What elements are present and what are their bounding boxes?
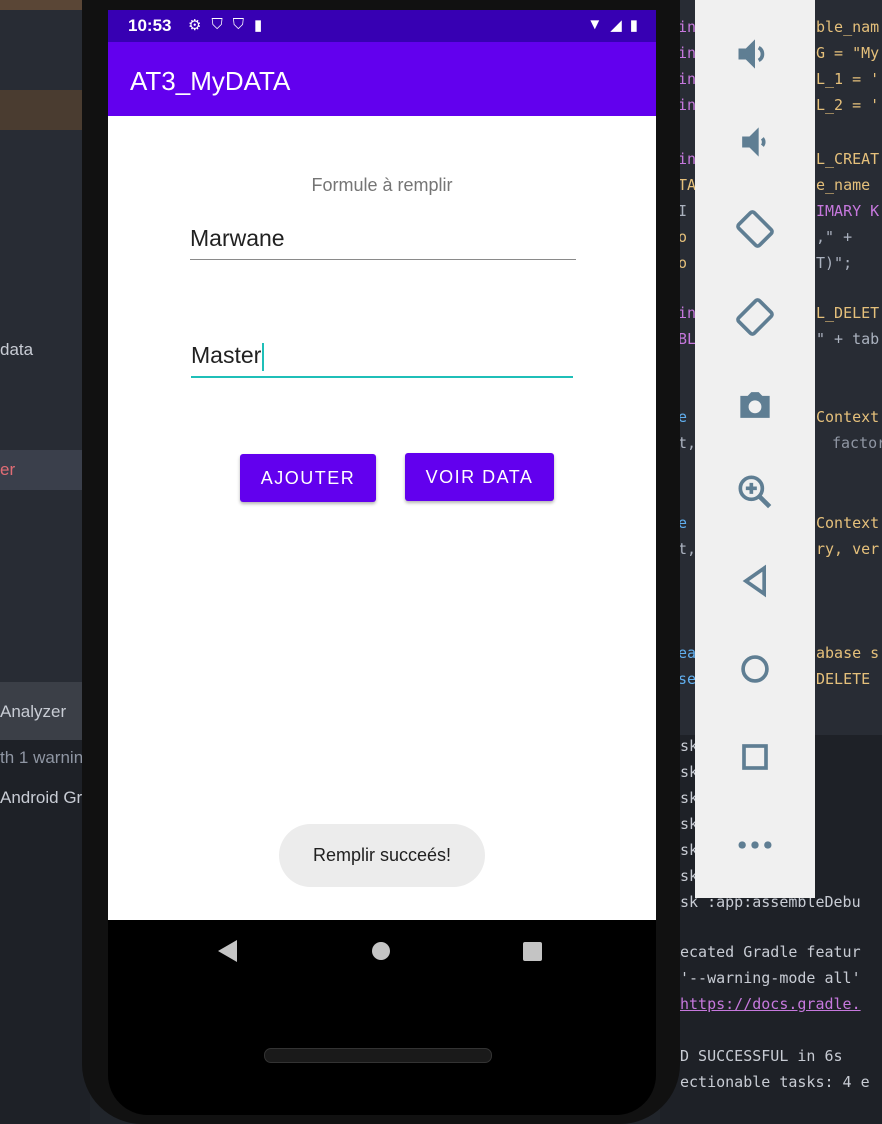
ide-left-panel: data er Analyzer th 1 warnin Android Gr bbox=[0, 0, 90, 1124]
ide-console-line: D SUCCESSFUL in 6s bbox=[680, 1047, 843, 1065]
ide-code-line: L_2 = ' bbox=[816, 96, 880, 114]
nav-recents-icon[interactable] bbox=[523, 942, 542, 961]
signal-icon: ◢ bbox=[610, 17, 622, 34]
ide-code-line: e_name bbox=[816, 176, 871, 194]
more-icon[interactable] bbox=[723, 813, 787, 877]
ide-code-line: T)"; bbox=[816, 254, 853, 272]
sd-card-icon: ▮ bbox=[253, 17, 263, 34]
ide-code-line: Context bbox=[816, 514, 880, 532]
ide-code-line: DELETE bbox=[816, 670, 871, 688]
ide-code-fragment: TA bbox=[678, 176, 697, 194]
ide-tree-item-label: er bbox=[0, 460, 16, 479]
battery-icon: ▮ bbox=[629, 17, 638, 34]
ide-code-fragment: BL bbox=[678, 330, 697, 348]
app-screen: Formule à remplir Marwane Master AJOUTER… bbox=[108, 116, 656, 920]
home-icon[interactable] bbox=[723, 637, 787, 701]
settings-icon: ⚙ bbox=[188, 17, 202, 34]
zoom-icon[interactable] bbox=[723, 460, 787, 524]
emulator-toolbar bbox=[695, 0, 815, 898]
ide-console-line: https://docs.gradle. bbox=[680, 995, 861, 1013]
status-notification-icons: ⚙ ⛉ ⛉ ▮ bbox=[188, 16, 262, 34]
ide-code-line: IMARY K bbox=[816, 202, 880, 220]
ide-code-fragment: in bbox=[678, 304, 697, 322]
ide-code-line: ble_nam bbox=[816, 18, 880, 36]
form-label: Formule à remplir bbox=[311, 175, 453, 195]
ide-code-fragment: in bbox=[678, 18, 697, 36]
ide-selected-item[interactable]: er bbox=[0, 450, 90, 490]
volume-up-icon[interactable] bbox=[723, 22, 787, 86]
ide-code-line: ," + bbox=[816, 228, 853, 246]
ide-console-line: ecated Gradle featur bbox=[680, 943, 861, 961]
ide-analyzer-tab[interactable]: Analyzer bbox=[0, 682, 90, 740]
nav-home-icon[interactable] bbox=[372, 942, 390, 960]
ide-code-line: L_1 = ' bbox=[816, 70, 880, 88]
toast-message: Remplir succeés! bbox=[279, 824, 485, 887]
ide-code-line: Context bbox=[816, 408, 880, 426]
volume-down-icon[interactable] bbox=[723, 110, 787, 174]
ide-code-fragment: in bbox=[678, 70, 697, 88]
ide-build-warning: th 1 warnin bbox=[0, 748, 84, 767]
ide-console-line: '--warning-mode all' bbox=[680, 969, 861, 987]
status-bar: 10:53 ⚙ ⛉ ⛉ ▮ ▼ ◢ ▮ bbox=[108, 10, 656, 42]
level-input-value: Master bbox=[191, 342, 262, 368]
ide-code-fragment: se bbox=[678, 670, 697, 688]
name-input-value: Marwane bbox=[190, 225, 285, 251]
rotate-left-icon[interactable] bbox=[723, 197, 787, 261]
ide-build-panel: th 1 warnin Android Gr bbox=[0, 740, 90, 1124]
nav-back-icon[interactable] bbox=[218, 940, 237, 962]
shield-icon: ⛉ bbox=[232, 16, 244, 33]
add-button[interactable]: AJOUTER bbox=[240, 454, 376, 502]
ide-tree-item[interactable]: data bbox=[0, 340, 33, 360]
navigation-bar bbox=[108, 920, 656, 982]
shield-icon: ⛉ bbox=[211, 16, 223, 33]
ide-code-fragment: in bbox=[678, 96, 697, 114]
ide-code-line: factor bbox=[832, 434, 882, 452]
ide-code-line: L_CREAT bbox=[816, 150, 880, 168]
ide-code-line: " + tab bbox=[816, 330, 880, 348]
view-data-button[interactable]: VOIR DATA bbox=[405, 453, 554, 501]
app-bar: AT3_MyDATA bbox=[108, 42, 656, 116]
rotate-right-icon[interactable] bbox=[723, 285, 787, 349]
status-system-icons: ▼ ◢ ▮ bbox=[587, 16, 638, 34]
camera-icon[interactable] bbox=[723, 373, 787, 437]
ide-analyzer-label: Analyzer bbox=[0, 702, 67, 721]
ide-code-line: L_DELET bbox=[816, 304, 880, 322]
level-input[interactable]: Master bbox=[191, 342, 573, 378]
app-title: AT3_MyDATA bbox=[130, 66, 291, 96]
overview-icon[interactable] bbox=[723, 725, 787, 789]
ide-code-fragment: in bbox=[678, 150, 697, 168]
ide-code-fragment: t, bbox=[678, 540, 697, 558]
ide-build-item[interactable]: Android Gr bbox=[0, 788, 82, 808]
ide-code-line: ry, ver bbox=[816, 540, 880, 558]
phone-speaker bbox=[264, 1048, 492, 1063]
ide-highlight-band bbox=[0, 90, 90, 130]
status-time: 10:53 bbox=[128, 16, 172, 35]
ide-code-fragment: ea bbox=[678, 644, 697, 662]
back-icon[interactable] bbox=[723, 549, 787, 613]
ide-code-fragment: in bbox=[678, 44, 697, 62]
ide-code-fragment: t, bbox=[678, 434, 697, 452]
text-cursor bbox=[262, 342, 265, 371]
ide-tab-strip bbox=[0, 0, 90, 10]
wifi-icon: ▼ bbox=[587, 16, 603, 33]
name-input[interactable]: Marwane bbox=[190, 225, 576, 260]
ide-code-line: G = "My bbox=[816, 44, 880, 62]
ide-code-line: abase s bbox=[816, 644, 880, 662]
ide-console-line: ectionable tasks: 4 e bbox=[680, 1073, 870, 1091]
